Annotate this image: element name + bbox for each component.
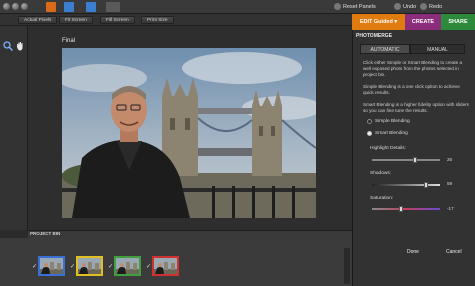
bin-thumbnail[interactable] [114, 256, 141, 276]
view-options-bar: Actual Pixels Fit Screen Fill Screen Pri… [0, 14, 352, 26]
zoom-window-icon[interactable] [21, 3, 28, 10]
project-bin-header [28, 230, 352, 238]
organizer-icon[interactable] [46, 2, 56, 12]
undo-label: Undo [403, 3, 417, 10]
checkmark-icon: ✓ [108, 264, 114, 270]
undo-button[interactable]: Undo [394, 3, 416, 10]
actual-pixels-button[interactable]: Actual Pixels [18, 16, 58, 24]
top-toolbar: Reset Panels Undo Redo [0, 0, 475, 14]
tab-manual[interactable]: MANUAL [410, 44, 465, 54]
edit-guided-tab[interactable]: EDIT Guided ▾ [352, 14, 405, 30]
checkmark-icon: ✓ [146, 264, 152, 270]
reset-icon [334, 3, 341, 10]
tab-automatic[interactable]: AUTOMATIC [360, 44, 410, 54]
close-window-icon[interactable] [3, 3, 10, 10]
fill-screen-button[interactable]: Fill Screen [100, 16, 135, 24]
photo-image [62, 48, 316, 218]
redo-label: Redo [429, 3, 443, 10]
simple-description: Simple Blending is a one click option to… [363, 84, 460, 95]
smart-description: Smart Blending is a higher fidelity opti… [363, 102, 469, 113]
redo-icon [420, 3, 427, 10]
saturation-value: -17 [447, 206, 454, 211]
intro-text: Click either Simple or Smart Blending to… [363, 60, 463, 77]
done-button[interactable]: Done [407, 249, 419, 255]
merged-photo[interactable] [62, 48, 316, 218]
bin-thumbnail[interactable] [152, 256, 179, 276]
share-tab[interactable]: SHARE [441, 14, 475, 30]
highlight-details-slider[interactable] [372, 157, 440, 163]
cancel-button[interactable]: Cancel [446, 249, 462, 255]
fit-screen-button[interactable]: Fit Screen [59, 16, 93, 24]
bin-thumbnail[interactable] [76, 256, 103, 276]
hand-tool-icon[interactable] [15, 41, 25, 51]
saturation-slider[interactable] [372, 206, 440, 212]
simple-blending-label: Simple Blending [375, 119, 410, 124]
redo-button[interactable]: Redo [420, 3, 442, 10]
bin-scrollbar[interactable] [344, 248, 350, 284]
checkmark-icon: ✓ [70, 264, 76, 270]
simple-blending-radio[interactable] [367, 119, 372, 124]
reset-panels-label: Reset Panels [343, 3, 376, 10]
shadows-value: 59 [447, 181, 453, 186]
print-icon[interactable] [86, 2, 96, 12]
project-bin-title: PROJECT BIN [30, 231, 61, 236]
bin-thumbnail[interactable] [38, 256, 65, 276]
slider-thumb[interactable] [412, 157, 417, 163]
reset-panels-button[interactable]: Reset Panels [334, 3, 376, 10]
slider-thumb[interactable] [424, 182, 429, 188]
saturation-label: Saturation: [370, 196, 394, 201]
save-icon[interactable] [64, 2, 74, 12]
minimize-window-icon[interactable] [12, 3, 19, 10]
highlight-details-label: Highlight Details: [370, 146, 406, 151]
zoom-tool-icon[interactable] [3, 41, 13, 51]
shadows-label: Shadows: [370, 171, 392, 176]
edit-guided-label: EDIT Guided [359, 19, 393, 25]
create-tab[interactable]: CREATE [405, 14, 441, 30]
shadows-slider[interactable] [372, 182, 440, 188]
panel-title: PHOTOMERGE [356, 33, 393, 39]
chevron-down-icon: ▾ [394, 19, 398, 25]
checkmark-icon: ✓ [32, 264, 38, 270]
canvas-label: Final [62, 38, 76, 44]
layout-icon[interactable] [106, 2, 120, 12]
undo-icon [394, 3, 401, 10]
smart-blending-label: Smart Blending [375, 131, 408, 136]
smart-blending-radio[interactable] [367, 131, 372, 136]
slider-thumb[interactable] [398, 206, 403, 212]
mode-tabs: EDIT Guided ▾ CREATE SHARE [352, 14, 475, 30]
print-size-button[interactable]: Print Size [141, 16, 174, 24]
highlight-details-value: 26 [447, 157, 453, 162]
tools-panel [0, 26, 28, 230]
